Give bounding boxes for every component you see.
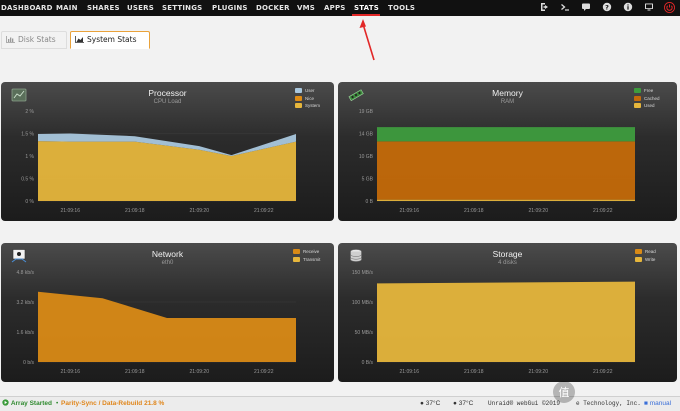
network-chart: 4.8 kb/s 3.2 kb/s 1.6 kb/s 0 b/s 21:09:16 21:… xyxy=(16,270,296,375)
y-tick-label: 10 GB xyxy=(359,154,374,160)
logout-icon[interactable] xyxy=(539,2,551,14)
manual-label: manual xyxy=(649,400,672,407)
nav-active-indicator xyxy=(352,14,380,16)
x-tick-label: 21:09:22 xyxy=(254,208,274,214)
x-tick-label: 21:09:20 xyxy=(529,369,549,375)
series-area-cached xyxy=(377,141,635,200)
status-dot: • xyxy=(56,400,59,407)
y-tick-label: 14 GB xyxy=(359,131,374,137)
info-icon[interactable] xyxy=(622,2,634,14)
feedback-icon[interactable] xyxy=(580,2,592,14)
array-status: Array Started xyxy=(2,397,52,411)
nav-apps[interactable]: APPS xyxy=(324,0,346,16)
storage-panel: Storage 4 disks Read Write 150 MB/s 100 M… xyxy=(338,243,677,382)
power-icon[interactable] xyxy=(663,2,675,14)
nav-dashboard[interactable]: DASHBOARD xyxy=(1,0,53,16)
footer-company: e Technology, Inc. xyxy=(576,400,641,407)
nav-users[interactable]: USERS xyxy=(127,0,154,16)
x-tick-label: 21:09:22 xyxy=(593,208,613,214)
annotation-arrow xyxy=(359,19,375,61)
storage-chart: 150 MB/s 100 MB/s 50 MB/s 0 B/s 21:09:16 21:0… xyxy=(352,270,635,375)
x-tick-label: 21:09:18 xyxy=(464,208,484,214)
x-tick-label: 21:09:20 xyxy=(190,369,210,375)
y-tick-label: 0 B xyxy=(365,199,373,205)
network-panel: Network eth0 Receive Transmit 4.8 kb/s 3.… xyxy=(1,243,334,382)
x-tick-label: 21:09:18 xyxy=(125,208,145,214)
top-navigation: DASHBOARD MAIN SHARES USERS SETTINGS PLU… xyxy=(0,0,680,16)
x-tick-label: 21:09:16 xyxy=(400,369,420,375)
x-tick-label: 21:09:22 xyxy=(254,369,274,375)
series-area-free xyxy=(377,127,635,142)
nav-docker[interactable]: DOCKER xyxy=(256,0,290,16)
temp-value: 37°C xyxy=(425,400,441,407)
y-tick-label: 19 GB xyxy=(359,109,374,115)
x-tick-label: 21:09:18 xyxy=(125,369,145,375)
series-area-write xyxy=(377,281,635,362)
nav-vms[interactable]: VMS xyxy=(297,0,315,16)
tab-label: System Stats xyxy=(87,35,137,44)
y-tick-label: 1 % xyxy=(25,154,34,160)
y-tick-label: 0.5 % xyxy=(21,176,34,182)
nav-settings[interactable]: SETTINGS xyxy=(162,0,202,16)
nav-shares[interactable]: SHARES xyxy=(87,0,120,16)
nav-tools[interactable]: TOOLS xyxy=(388,0,415,16)
book-icon: ■ xyxy=(644,400,648,407)
bar-chart-icon xyxy=(6,36,15,43)
nav-plugins[interactable]: PLUGINS xyxy=(212,0,248,16)
y-tick-label: 100 MB/s xyxy=(352,300,374,306)
thermometer-icon: ● xyxy=(453,400,457,407)
svg-text:值: 值 xyxy=(559,386,570,399)
y-tick-label: 150 MB/s xyxy=(352,270,374,276)
cpu-temp: ● 37°C xyxy=(420,397,440,411)
y-tick-label: 4.8 kb/s xyxy=(16,270,34,276)
tab-disk-stats[interactable]: Disk Stats xyxy=(1,31,67,49)
terminal-icon[interactable] xyxy=(559,2,571,14)
y-tick-label: 1.5 % xyxy=(21,131,34,137)
parity-status[interactable]: Parity-Sync / Data-Rebuild 21.8 % xyxy=(61,397,164,411)
y-tick-label: 0 B/s xyxy=(362,360,374,366)
array-status-label: Array Started xyxy=(10,400,52,407)
thermometer-icon: ● xyxy=(420,400,424,407)
watermark-logo: 值 xyxy=(553,381,575,403)
board-temp: ● 37°C xyxy=(453,397,473,411)
svg-text:?: ? xyxy=(605,3,609,11)
series-area-used xyxy=(377,199,635,201)
x-tick-label: 21:09:22 xyxy=(593,369,613,375)
area-chart-icon xyxy=(75,36,84,43)
monitor-icon[interactable] xyxy=(643,2,655,14)
y-tick-label: 0 b/s xyxy=(23,360,34,366)
tab-system-stats[interactable]: System Stats xyxy=(70,31,150,49)
x-tick-label: 21:09:16 xyxy=(61,208,81,214)
y-tick-label: 0 % xyxy=(25,199,34,205)
y-tick-label: 2 % xyxy=(25,109,34,115)
help-icon[interactable]: ? xyxy=(601,2,613,14)
memory-chart: 19 GB 14 GB 10 GB 5 GB 0 B 21:09:16 21:09:18 21… xyxy=(359,109,635,214)
play-icon xyxy=(2,399,9,406)
manual-link[interactable]: ■ manual xyxy=(644,397,671,411)
tab-label: Disk Stats xyxy=(18,35,56,44)
x-tick-label: 21:09:16 xyxy=(400,208,420,214)
temp-value: 37°C xyxy=(458,400,474,407)
x-tick-label: 21:09:20 xyxy=(529,208,549,214)
x-tick-label: 21:09:20 xyxy=(190,208,210,214)
x-tick-label: 21:09:16 xyxy=(61,369,81,375)
y-tick-label: 50 MB/s xyxy=(355,330,374,336)
processor-panel: Processor CPU Load User Nice System 2 % 1… xyxy=(1,82,334,221)
y-tick-label: 1.6 kb/s xyxy=(16,330,34,336)
memory-panel: Memory RAM Free Cached Used 19 GB 14 GB 10… xyxy=(338,82,677,221)
y-tick-label: 3.2 kb/s xyxy=(16,300,34,306)
x-tick-label: 21:09:18 xyxy=(464,369,484,375)
processor-chart: 2 % 1.5 % 1 % 0.5 % 0 % 21:09:16 21:09:18 21:09… xyxy=(21,109,296,214)
nav-main[interactable]: MAIN xyxy=(56,0,78,16)
y-tick-label: 5 GB xyxy=(362,176,374,182)
